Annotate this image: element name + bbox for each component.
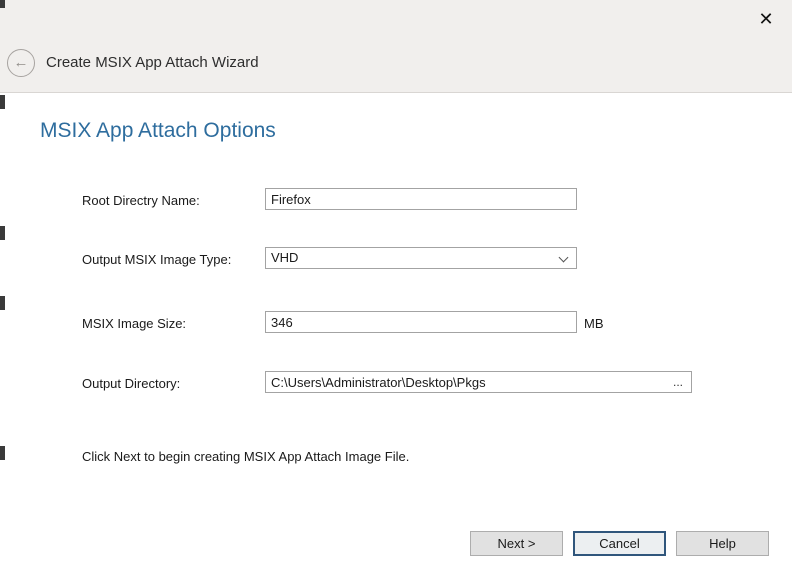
cancel-button[interactable]: Cancel (573, 531, 666, 556)
left-edge-artifact (0, 95, 5, 109)
output-directory-label: Output Directory: (82, 376, 180, 391)
output-directory-field: ... (265, 371, 692, 393)
close-icon: ✕ (758, 9, 773, 29)
window-title: Create MSIX App Attach Wizard (46, 54, 259, 71)
left-edge-artifact (0, 446, 5, 460)
left-edge-artifact (0, 296, 5, 310)
instruction-text: Click Next to begin creating MSIX App At… (82, 449, 409, 464)
wizard-header: ← Create MSIX App Attach Wizard (0, 0, 792, 93)
back-arrow-icon: ← (14, 54, 29, 71)
chevron-down-icon (559, 253, 569, 263)
help-button[interactable]: Help (676, 531, 769, 556)
browse-button[interactable]: ... (666, 373, 690, 391)
close-button[interactable]: ✕ (752, 5, 780, 33)
next-button[interactable]: Next > (470, 531, 563, 556)
ellipsis-icon: ... (673, 375, 683, 389)
image-type-dropdown[interactable]: VHD (265, 247, 577, 269)
left-edge-artifact (0, 226, 5, 240)
image-size-label: MSIX Image Size: (82, 316, 186, 331)
image-size-input[interactable] (265, 311, 577, 333)
image-size-unit-label: MB (584, 316, 604, 331)
left-edge-artifact (0, 0, 5, 8)
root-directory-input[interactable] (265, 188, 577, 210)
output-directory-input[interactable] (266, 372, 666, 392)
image-type-selected-value: VHD (271, 250, 298, 265)
page-title: MSIX App Attach Options (40, 119, 276, 143)
image-type-label: Output MSIX Image Type: (82, 252, 231, 267)
root-directory-label: Root Directry Name: (82, 193, 200, 208)
wizard-window: ← Create MSIX App Attach Wizard ✕ MSIX A… (0, 0, 792, 565)
back-button[interactable]: ← (7, 49, 35, 77)
